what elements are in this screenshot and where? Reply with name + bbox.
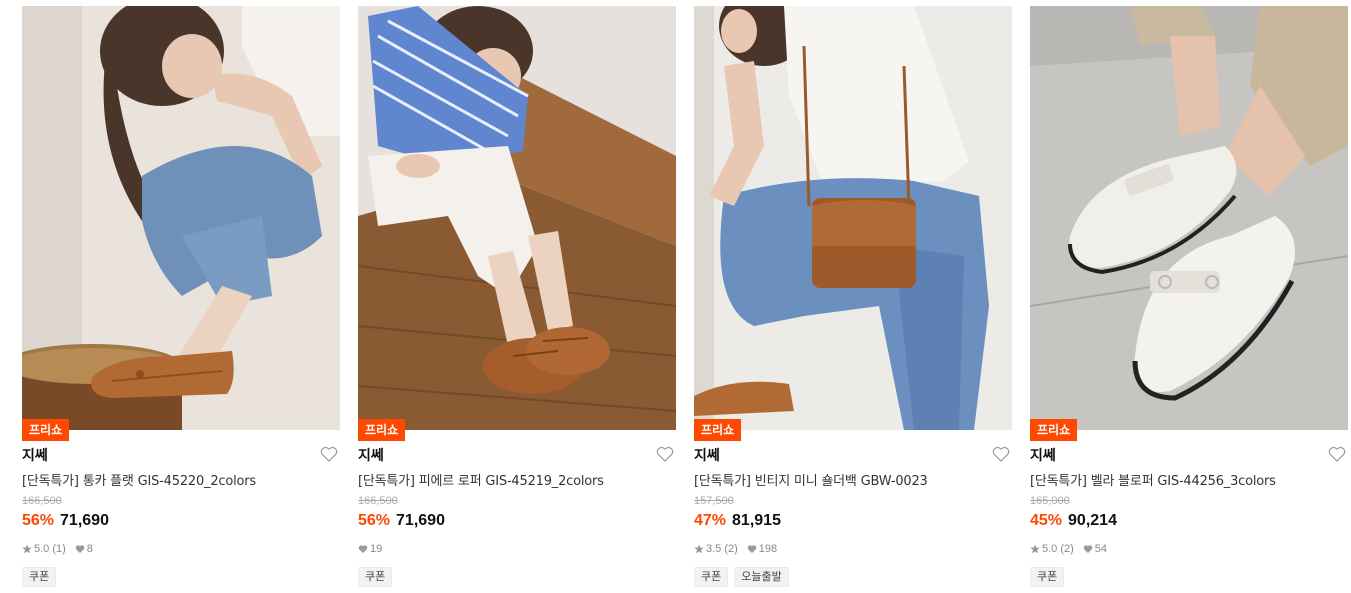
product-photo	[22, 6, 340, 430]
review-meta: 19	[358, 543, 391, 555]
sale-price: 71,690	[396, 512, 445, 529]
wishlist-heart-icon[interactable]	[320, 446, 338, 462]
review-meta: 3.5 (2) 198	[694, 543, 786, 555]
price-row: 56% 71,690	[22, 512, 109, 530]
heart-icon	[358, 545, 368, 553]
review-meta: 5.0 (2) 54	[1030, 543, 1116, 555]
brand-name[interactable]: 지쎄	[358, 445, 384, 465]
likes-group: 8	[75, 543, 93, 555]
original-price: 166,500	[358, 495, 398, 507]
star-icon	[1030, 544, 1040, 554]
product-title[interactable]: [단독특가] 피에르 로퍼 GIS-45219_2colors	[358, 470, 604, 489]
brand-name[interactable]: 지쎄	[1030, 445, 1056, 465]
discount-rate: 47%	[694, 512, 727, 529]
product-title[interactable]: [단독특가] 벨라 블로퍼 GIS-44256_3colors	[1030, 470, 1276, 489]
product-card[interactable]: 프리쇼 지쎄 [단독특가] 통카 플랫 GIS-45220_2colors 16…	[22, 0, 340, 593]
tag-list: 쿠폰	[358, 567, 393, 587]
wishlist-heart-icon[interactable]	[992, 446, 1010, 462]
likes-group: 54	[1083, 543, 1107, 555]
likes-count: 8	[86, 543, 93, 555]
sale-price: 71,690	[60, 512, 109, 529]
sale-price: 90,214	[1068, 512, 1117, 529]
price-row: 47% 81,915	[694, 512, 781, 530]
coupon-tag: 쿠폰	[1030, 567, 1065, 587]
product-title[interactable]: [단독특가] 통카 플랫 GIS-45220_2colors	[22, 470, 256, 489]
star-icon	[22, 544, 32, 554]
coupon-tag: 쿠폰	[358, 567, 393, 587]
tag-list: 쿠폰	[1030, 567, 1065, 587]
product-photo	[1030, 6, 1348, 430]
brand-name[interactable]: 지쎄	[694, 445, 720, 465]
wishlist-heart-icon[interactable]	[1328, 446, 1346, 462]
rating-text: 5.0 (2)	[1042, 543, 1074, 555]
coupon-tag: 쿠폰	[22, 567, 57, 587]
product-title[interactable]: [단독특가] 빈티지 미니 숄더백 GBW-0023	[694, 470, 928, 489]
preshow-badge: 프리쇼	[22, 419, 70, 441]
product-image[interactable]	[1030, 6, 1348, 430]
product-image[interactable]	[22, 6, 340, 430]
review-meta: 5.0 (1) 8	[22, 543, 102, 555]
product-image[interactable]	[358, 6, 676, 430]
rating-group: 3.5 (2)	[694, 543, 738, 555]
wishlist-heart-icon[interactable]	[656, 446, 674, 462]
price-row: 45% 90,214	[1030, 512, 1117, 530]
original-price: 166,500	[22, 495, 62, 507]
tag-list: 쿠폰	[22, 567, 57, 587]
product-image[interactable]	[694, 6, 1012, 430]
discount-rate: 45%	[1030, 512, 1063, 529]
product-card[interactable]: 프리쇼 지쎄 [단독특가] 피에르 로퍼 GIS-45219_2colors 1…	[358, 0, 676, 593]
same-day-shipping-tag: 오늘출발	[734, 567, 789, 587]
rating-group: 5.0 (1)	[22, 543, 66, 555]
discount-rate: 56%	[22, 512, 55, 529]
likes-group: 19	[358, 543, 382, 555]
rating-group: 5.0 (2)	[1030, 543, 1074, 555]
likes-group: 198	[747, 543, 777, 555]
original-price: 165,000	[1030, 495, 1070, 507]
preshow-badge: 프리쇼	[1030, 419, 1078, 441]
product-photo	[694, 6, 1012, 430]
likes-count: 54	[1094, 543, 1108, 555]
heart-icon	[1083, 545, 1093, 553]
tag-list: 쿠폰 오늘출발	[694, 567, 789, 587]
likes-count: 19	[370, 543, 383, 555]
star-icon	[694, 544, 704, 554]
coupon-tag: 쿠폰	[694, 567, 729, 587]
original-price: 157,500	[694, 495, 734, 507]
brand-name[interactable]: 지쎄	[22, 445, 48, 465]
heart-icon	[75, 545, 85, 553]
product-card[interactable]: 프리쇼 지쎄 [단독특가] 벨라 블로퍼 GIS-44256_3colors 1…	[1030, 0, 1348, 593]
rating-text: 3.5 (2)	[706, 543, 738, 555]
discount-rate: 56%	[358, 512, 391, 529]
heart-icon	[747, 545, 757, 553]
sale-price: 81,915	[732, 512, 781, 529]
preshow-badge: 프리쇼	[358, 419, 406, 441]
price-row: 56% 71,690	[358, 512, 445, 530]
product-photo	[358, 6, 676, 430]
rating-text: 5.0 (1)	[34, 543, 66, 555]
product-card[interactable]: 프리쇼 지쎄 [단독특가] 빈티지 미니 숄더백 GBW-0023 157,50…	[694, 0, 1012, 593]
preshow-badge: 프리쇼	[694, 419, 742, 441]
likes-count: 198	[758, 543, 778, 555]
